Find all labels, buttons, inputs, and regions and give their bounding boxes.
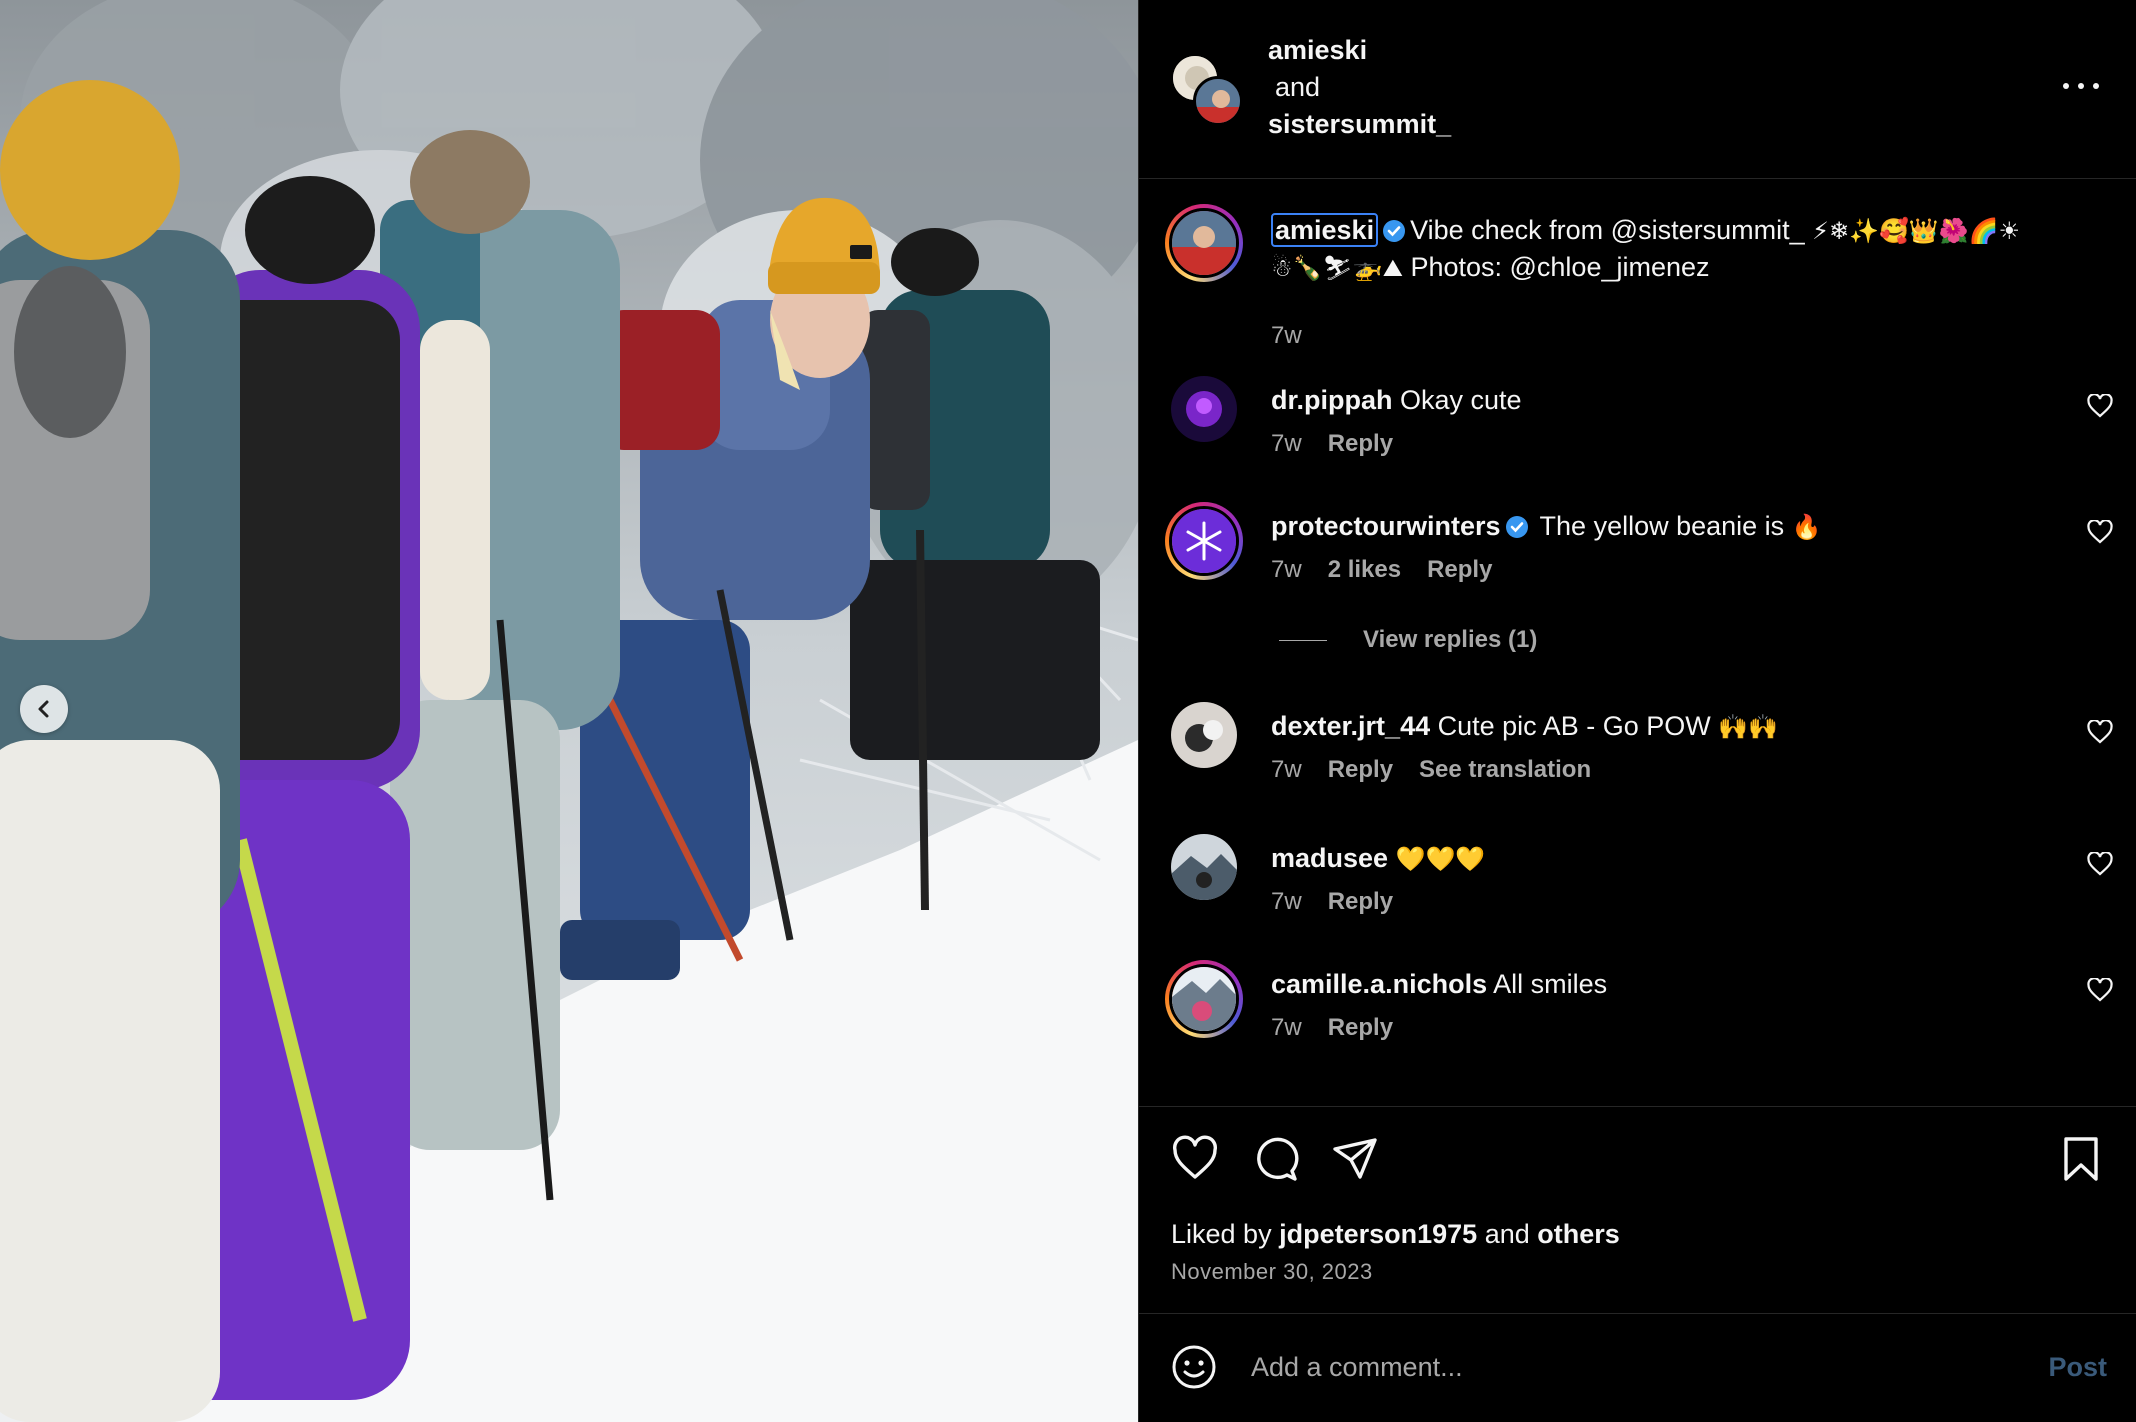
collab-avatars[interactable] <box>1171 54 1243 126</box>
liked-user-link[interactable]: jdpeterson1975 <box>1279 1219 1477 1249</box>
avatar[interactable] <box>1171 834 1237 900</box>
snowflake-icon <box>1172 509 1236 573</box>
comment-text: dexter.jrt_44 Cute pic AB - Go POW 🙌🙌 <box>1271 708 2041 745</box>
avatar[interactable] <box>1165 204 1243 282</box>
caption-text: amieski Vibe check from @sistersummit_ ⚡❄… <box>1271 212 2041 286</box>
comment-body: Okay cute <box>1400 385 1522 415</box>
more-icon <box>2063 83 2069 89</box>
heart-icon[interactable] <box>2087 520 2113 544</box>
liked-others-link[interactable]: others <box>1537 1219 1620 1249</box>
comment-emoji: 🔥 <box>1791 513 1822 541</box>
post-date[interactable]: November 30, 2023 <box>1171 1259 1373 1285</box>
avatar <box>1193 76 1243 126</box>
avatar[interactable] <box>1171 376 1237 442</box>
comment-meta: 7w Reply <box>1271 430 1393 458</box>
chevron-left-icon <box>38 700 49 718</box>
verified-icon <box>1505 512 1529 538</box>
caption-emojis-2: ☃🍾⛷🚁⛰ <box>1271 254 1403 282</box>
likes-count[interactable]: 2 likes <box>1328 556 1401 584</box>
comment-username[interactable]: dexter.jrt_44 <box>1271 711 1430 741</box>
heart-icon[interactable] <box>2087 978 2113 1002</box>
caption-username[interactable]: amieski <box>1271 213 1379 247</box>
comment-time: 7w <box>1271 756 1302 783</box>
comment-body: All smiles <box>1493 969 1608 999</box>
comment-time: 7w <box>1271 430 1302 457</box>
share-icon[interactable] <box>1331 1135 1379 1183</box>
more-options-button[interactable] <box>2063 72 2099 100</box>
heart-icon[interactable] <box>2087 720 2113 744</box>
bookmark-icon[interactable] <box>2057 1135 2105 1183</box>
liked-by: Liked by jdpeterson1975 and others <box>1171 1219 1620 1250</box>
divider <box>1279 639 1327 641</box>
carousel-prev-button[interactable] <box>20 685 68 733</box>
heart-icon[interactable] <box>2087 394 2113 418</box>
reply-button[interactable]: Reply <box>1328 888 1393 916</box>
caption-meta: 7w <box>1271 322 1302 350</box>
comment-text: madusee 💛💛💛 <box>1271 840 2041 877</box>
post-actions: Liked by jdpeterson1975 and others Novem… <box>1139 1106 2136 1312</box>
avatar[interactable] <box>1165 502 1243 580</box>
username-link[interactable]: amieski <box>1268 32 1451 69</box>
avatar[interactable] <box>1171 702 1237 768</box>
reply-button[interactable]: Reply <box>1328 1014 1393 1042</box>
reply-button[interactable]: Reply <box>1427 556 1492 584</box>
ski-touring-photo <box>0 0 1138 1422</box>
post-photo <box>0 0 1138 1422</box>
reply-button[interactable]: Reply <box>1328 756 1393 784</box>
comment-meta: 7w Reply <box>1271 888 1393 916</box>
post-button[interactable]: Post <box>2048 1352 2107 1383</box>
comment-body: Cute pic AB - Go POW <box>1437 711 1711 741</box>
liked-prefix: Liked by <box>1171 1219 1272 1249</box>
heart-icon[interactable] <box>1171 1135 1219 1183</box>
comment-emoji: 🙌🙌 <box>1718 713 1778 741</box>
comment-text: protectourwinters The yellow beanie is 🔥 <box>1271 508 2041 545</box>
comment-text: dr.pippah Okay cute <box>1271 382 2041 418</box>
avatar[interactable] <box>1165 960 1243 1038</box>
caption-emojis-1: ⚡❄✨🥰👑🌺🌈☀ <box>1812 217 2021 245</box>
comment-text: camille.a.nichols All smiles <box>1271 966 2041 1002</box>
username-link[interactable]: sistersummit_ <box>1268 106 1451 143</box>
comment-input[interactable] <box>1251 1342 1951 1392</box>
comment-meta: 7w Reply See translation <box>1271 756 1591 784</box>
comment-time: 7w <box>1271 556 1302 583</box>
verified-icon <box>1382 216 1406 242</box>
comment-username[interactable]: dr.pippah <box>1271 385 1393 415</box>
caption-line1: Vibe check from @sistersummit_ <box>1410 215 1805 245</box>
comment-meta: 7w Reply <box>1271 1014 1393 1042</box>
view-replies-label: View replies (1) <box>1363 626 1538 653</box>
comment-body: The yellow beanie is <box>1539 511 1785 541</box>
comments-list[interactable]: amieski Vibe check from @sistersummit_ ⚡❄… <box>1139 180 2136 1106</box>
comment-username[interactable]: protectourwinters <box>1271 511 1501 541</box>
comment-time: 7w <box>1271 888 1302 915</box>
comment-username[interactable]: madusee <box>1271 843 1388 873</box>
collab-usernames: amieski and sistersummit_ <box>1268 32 1451 143</box>
reply-button[interactable]: Reply <box>1328 430 1393 458</box>
comment-time: 7w <box>1271 1014 1302 1041</box>
emoji-icon[interactable] <box>1171 1344 1217 1390</box>
post-header: amieski and sistersummit_ <box>1139 0 2136 179</box>
comment-meta: 7w 2 likes Reply <box>1271 556 1492 584</box>
view-replies-button[interactable]: View replies (1) <box>1279 626 1537 654</box>
and-text: and <box>1275 72 1321 102</box>
comment-emoji: 💛💛💛 <box>1395 845 1486 873</box>
caption-line2: Photos: @chloe_jimenez <box>1410 252 1710 282</box>
heart-icon[interactable] <box>2087 852 2113 876</box>
add-comment-bar: Post <box>1139 1313 2136 1422</box>
see-translation-button[interactable]: See translation <box>1419 756 1591 784</box>
comment-icon[interactable] <box>1251 1135 1299 1183</box>
liked-and: and <box>1484 1219 1530 1249</box>
comment-username[interactable]: camille.a.nichols <box>1271 969 1487 999</box>
caption-time: 7w <box>1271 322 1302 349</box>
post-side-panel: amieski and sistersummit_ amieski Vibe ch… <box>1138 0 2136 1422</box>
